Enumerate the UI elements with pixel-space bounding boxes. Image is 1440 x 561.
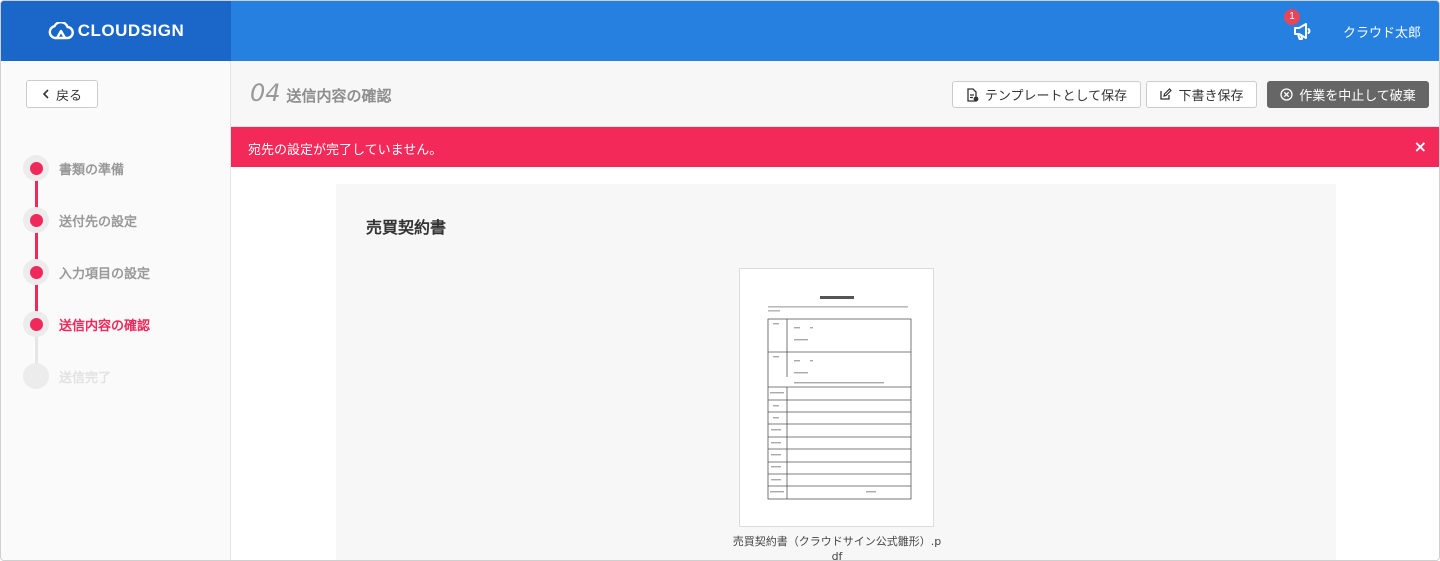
notification-badge: 1 — [1284, 9, 1300, 25]
step-dot — [29, 317, 43, 331]
cloudsign-logo: CLOUDSIGN — [48, 21, 185, 41]
step-label: 書類の準備 — [59, 162, 125, 178]
logo-text: CLOUDSIGN — [77, 21, 185, 40]
step-marker — [23, 363, 49, 389]
action-bar-left: 戻る — [1, 61, 231, 127]
template-doc-icon — [967, 87, 979, 102]
step-dot — [29, 161, 43, 175]
step-progress-line — [35, 169, 38, 325]
top-header: CLOUDSIGN 1 クラウド太郎 — [1, 1, 1439, 61]
logo-area[interactable]: CLOUDSIGN — [1, 1, 231, 61]
error-alert: 宛先の設定が完了していません。 × — [231, 127, 1439, 167]
step-sidebar: 書類の準備 送付先の設定 入力項目の設定 送信内容の確認 送信完了 — [1, 127, 231, 560]
back-button-label: 戻る — [55, 88, 82, 104]
step-dot — [29, 369, 43, 383]
step-label: 入力項目の設定 — [59, 266, 151, 282]
close-circle-icon — [1280, 88, 1293, 101]
step-label: 送信完了 — [59, 370, 112, 386]
contract-preview-image — [767, 296, 912, 500]
cloud-logo-icon — [48, 22, 74, 40]
action-bar: 戻る 04 送信内容の確認 テンプレートとして保存 下書き保存 作業を中止して破… — [1, 61, 1439, 127]
step-input-fields: 入力項目の設定 — [23, 259, 150, 285]
alert-message: 宛先の設定が完了していません。 — [248, 143, 443, 158]
close-icon[interactable]: × — [1414, 137, 1427, 156]
step-recipients: 送付先の設定 — [23, 207, 137, 233]
page-step-title: 送信内容の確認 — [286, 87, 392, 105]
page-title: 04 送信内容の確認 — [250, 79, 392, 107]
user-menu[interactable]: クラウド太郎 — [1343, 22, 1421, 41]
document-thumbnail[interactable] — [739, 268, 934, 527]
save-template-button[interactable]: テンプレートとして保存 — [952, 81, 1141, 108]
step-marker — [23, 259, 49, 285]
page-step-number: 04 — [250, 79, 281, 107]
document-file-name[interactable]: 売買契約書（クラウドサイン公式雛形）.pdf — [731, 534, 943, 560]
step-marker — [23, 207, 49, 233]
step-dot — [29, 213, 43, 227]
abort-button[interactable]: 作業を中止して破棄 — [1267, 81, 1429, 108]
save-draft-button[interactable]: 下書き保存 — [1146, 81, 1257, 108]
step-dot — [29, 265, 43, 279]
back-button[interactable]: 戻る — [26, 80, 98, 108]
step-complete: 送信完了 — [23, 363, 111, 389]
step-prepare-documents: 書類の準備 — [23, 155, 124, 181]
step-marker — [23, 311, 49, 337]
step-label: 送信内容の確認 — [59, 318, 151, 334]
save-draft-label: 下書き保存 — [1178, 89, 1244, 104]
chevron-left-icon — [42, 89, 49, 99]
notification-button[interactable]: 1 — [1284, 9, 1315, 43]
document-title: 売買契約書 — [366, 218, 447, 237]
abort-label: 作業を中止して破棄 — [1299, 89, 1416, 104]
step-marker — [23, 155, 49, 181]
edit-icon — [1160, 88, 1173, 100]
step-label: 送付先の設定 — [59, 214, 138, 230]
app-frame: CLOUDSIGN 1 クラウド太郎 戻る 04 送信内容の確認 テンプレートと… — [0, 0, 1440, 561]
document-panel: 売買契約書 売買契約書（クラウドサイン公式雛形）.pdf — [336, 184, 1336, 560]
step-confirm: 送信内容の確認 — [23, 311, 150, 337]
main-content: 売買契約書 売買契約書（クラウドサイン公式雛形）.pdf — [231, 167, 1439, 560]
save-template-label: テンプレートとして保存 — [984, 89, 1128, 104]
